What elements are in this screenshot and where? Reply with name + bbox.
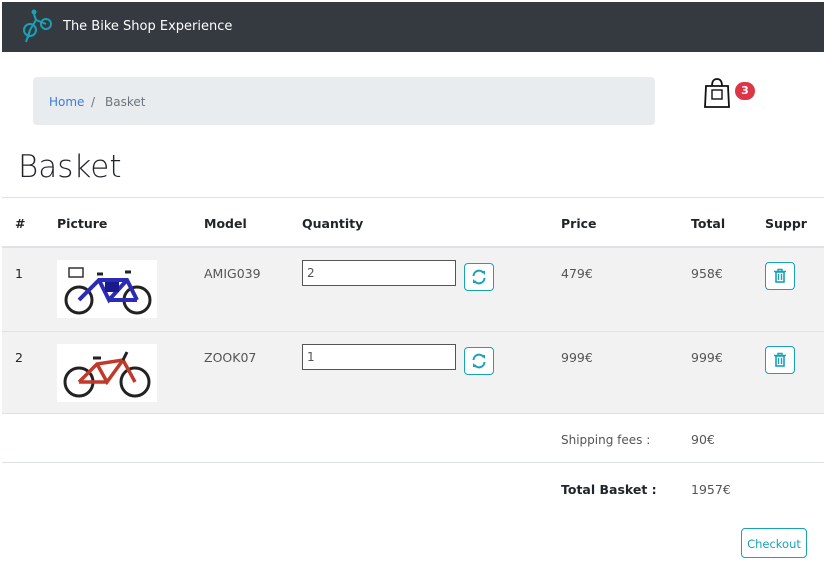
product-image-blue-electric-bike [57, 260, 157, 318]
product-model: ZOOK07 [204, 350, 257, 365]
page: The Bike Shop Experience Home / Basket 3… [2, 2, 824, 561]
row-number: 2 [15, 350, 23, 365]
brand-name[interactable]: The Bike Shop Experience [63, 19, 232, 34]
remove-item-button[interactable] [765, 346, 795, 374]
product-total: 999€ [691, 350, 723, 365]
breadcrumb-home-link[interactable]: Home [49, 95, 84, 109]
refresh-quantity-button[interactable] [464, 263, 494, 291]
breadcrumb: Home / Basket [33, 77, 655, 125]
header-number: # [15, 216, 26, 231]
total-basket-value: 1957€ [691, 482, 731, 497]
quantity-input[interactable]: 2 [302, 260, 456, 286]
breadcrumb-separator: / [91, 95, 96, 109]
page-title: Basket [18, 149, 122, 185]
row-number: 1 [15, 266, 23, 281]
refresh-icon [472, 269, 486, 285]
summary-divider [2, 462, 824, 463]
checkout-button[interactable]: Checkout [741, 528, 807, 558]
header-remove: Suppr [765, 216, 807, 231]
total-basket-label: Total Basket : [561, 482, 657, 497]
bicycle-rider-logo-icon[interactable] [20, 8, 56, 44]
table-top-border [2, 197, 824, 198]
breadcrumb-current: Basket [105, 95, 146, 109]
refresh-icon [472, 353, 486, 369]
product-price: 999€ [561, 350, 593, 365]
header-quantity: Quantity [302, 216, 364, 231]
product-total: 958€ [691, 266, 723, 281]
trash-icon [774, 352, 786, 367]
remove-item-button[interactable] [765, 262, 795, 290]
product-image-red-black-mountain-bike [57, 344, 157, 402]
header-price: Price [561, 216, 597, 231]
header-picture: Picture [57, 216, 108, 231]
product-price: 479€ [561, 266, 593, 281]
refresh-quantity-button[interactable] [464, 347, 494, 375]
product-model: AMIG039 [204, 266, 261, 281]
trash-icon [774, 268, 786, 283]
shipping-fees-label: Shipping fees : [561, 433, 651, 447]
quantity-input[interactable]: 1 [302, 344, 456, 370]
row-divider [2, 413, 824, 414]
shipping-fees-value: 90€ [691, 432, 715, 447]
header-model: Model [204, 216, 247, 231]
navbar: The Bike Shop Experience [2, 2, 824, 52]
shopping-bag-icon[interactable] [702, 76, 732, 110]
cart-count-badge: 3 [735, 82, 755, 100]
header-total: Total [691, 216, 726, 231]
